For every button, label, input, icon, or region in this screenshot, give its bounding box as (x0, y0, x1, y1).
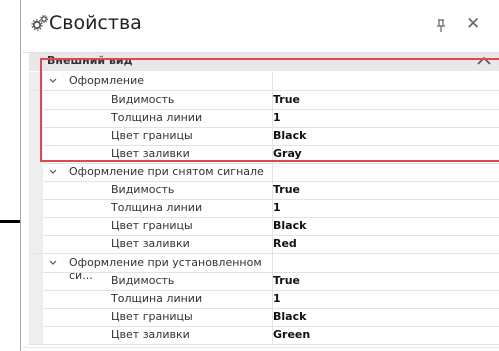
property-row-border-color[interactable]: Цвет границы Black (29, 308, 499, 327)
property-name: Толщина линии (111, 292, 203, 305)
property-value[interactable]: Red (273, 237, 297, 250)
property-value[interactable]: Green (273, 328, 310, 341)
panel-bottom-border (22, 347, 499, 348)
gears-icon (31, 15, 48, 31)
property-row-fill-color[interactable]: Цвет заливки Green (29, 326, 499, 345)
property-row-visibility[interactable]: Видимость True (29, 272, 499, 291)
property-value[interactable]: True (273, 183, 300, 196)
properties-panel: Свойства ✕ Внешний вид Оформление Видимо… (22, 0, 499, 351)
property-name: Цвет заливки (111, 237, 190, 250)
property-row-fill-color[interactable]: Цвет заливки Red (29, 235, 499, 254)
property-value[interactable]: 1 (273, 292, 281, 305)
pin-icon[interactable] (433, 18, 449, 34)
chevron-down-icon[interactable] (49, 260, 57, 266)
property-name: Цвет границы (111, 219, 193, 232)
property-row-line-width[interactable]: Толщина линии 1 (29, 199, 499, 218)
property-row-border-color[interactable]: Цвет границы Black (29, 217, 499, 236)
panel-header: Свойства ✕ (22, 0, 499, 53)
panel-title: Свойства (49, 12, 142, 34)
property-value[interactable]: Black (273, 310, 306, 323)
group-label: Оформление при снятом сигнале (69, 165, 264, 178)
group-row-signal-off[interactable]: Оформление при снятом сигнале (29, 163, 499, 182)
property-name: Видимость (111, 183, 175, 196)
property-row-visibility[interactable]: Видимость True (29, 181, 499, 200)
property-row-line-width[interactable]: Толщина линии 1 (29, 290, 499, 309)
panel-splitter[interactable] (20, 0, 21, 351)
property-value[interactable]: Black (273, 219, 306, 232)
close-icon[interactable]: ✕ (466, 14, 480, 34)
group-row-signal-on[interactable]: Оформление при установленном си... (29, 254, 499, 282)
property-name: Толщина линии (111, 201, 203, 214)
chevron-down-icon[interactable] (49, 169, 57, 175)
canvas-line (0, 220, 20, 223)
highlight-annotation-box (40, 58, 499, 162)
property-name: Видимость (111, 274, 175, 287)
left-document-strip (0, 0, 22, 351)
property-name: Цвет границы (111, 310, 193, 323)
property-value[interactable]: True (273, 274, 300, 287)
property-name: Цвет заливки (111, 328, 190, 341)
property-value[interactable]: 1 (273, 201, 281, 214)
